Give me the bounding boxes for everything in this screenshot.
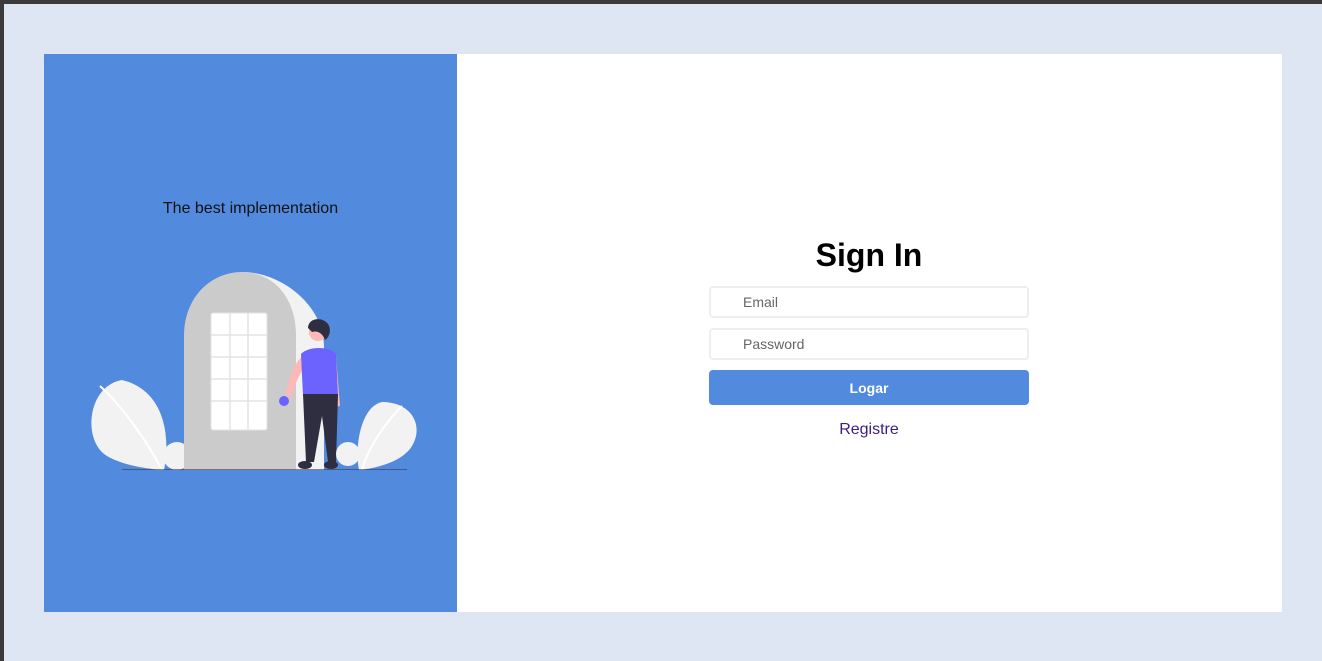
form-panel: Sign In Logar Registre bbox=[457, 54, 1282, 612]
illustration-panel: The best implementation bbox=[44, 54, 457, 612]
person-opening-door-illustration bbox=[91, 272, 417, 470]
email-field-wrapper bbox=[709, 286, 1029, 318]
email-input[interactable] bbox=[711, 288, 1027, 316]
login-card: The best implementation Sign In Email Lo… bbox=[44, 54, 1282, 612]
sign-in-form: Sign In Logar Registre bbox=[709, 236, 1029, 439]
login-button[interactable]: Logar bbox=[709, 370, 1029, 405]
page-title: Sign In bbox=[815, 237, 923, 273]
register-link[interactable]: Registre bbox=[839, 421, 899, 439]
password-field-wrapper bbox=[709, 328, 1029, 360]
password-input[interactable] bbox=[711, 330, 1027, 358]
tagline: The best implementation bbox=[162, 200, 339, 217]
